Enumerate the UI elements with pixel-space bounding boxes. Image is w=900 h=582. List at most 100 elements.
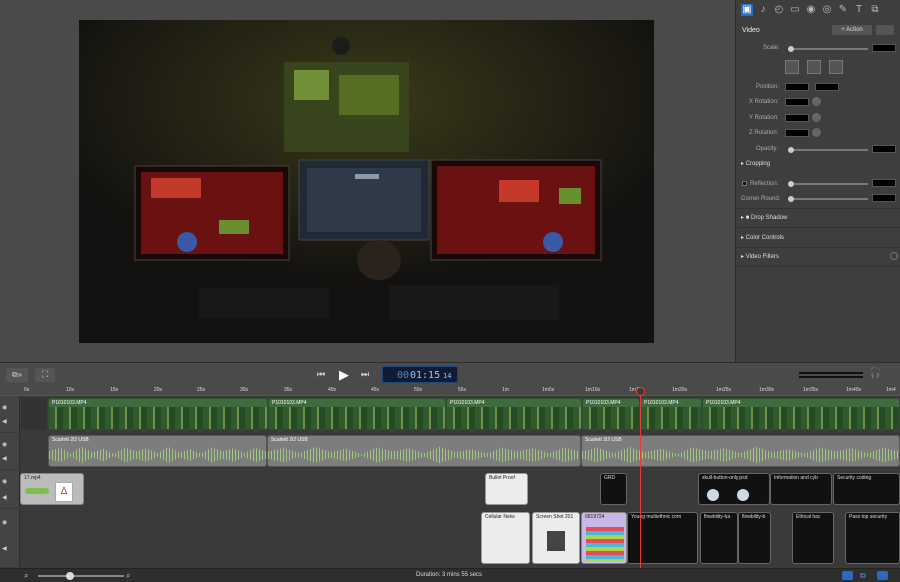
- waveform: [268, 446, 580, 464]
- speaker-icon[interactable]: ◀: [2, 455, 7, 462]
- inspector-panel: ▣ ♪ ◴ ▭ ◉ ◎ ✎ T ⧉ Video + Action Scale: …: [735, 0, 900, 362]
- zoom-slider-knob[interactable]: [66, 572, 74, 580]
- snap-icon[interactable]: [842, 571, 853, 580]
- z-rotation-dial[interactable]: [812, 128, 821, 137]
- media-clip[interactable]: Cellular Netw: [481, 512, 530, 564]
- audio-track: ◉ ◀ Scarlett 2i2 USB Scarlett 2i2 USB Sc…: [0, 433, 900, 469]
- reset-button[interactable]: [829, 60, 843, 74]
- eye-icon[interactable]: ◉: [2, 441, 7, 448]
- video-filters-row[interactable]: ▸ Video Filters: [741, 253, 779, 260]
- media-clip[interactable]: Ethical hac: [792, 512, 834, 564]
- speaker-icon[interactable]: ◀: [2, 418, 7, 425]
- track-gutter: ◉ ◀: [0, 470, 20, 508]
- add-filter-icon[interactable]: [890, 252, 898, 260]
- video-clip[interactable]: P1010103.MP4: [268, 398, 446, 430]
- video-tab-icon[interactable]: ▣: [741, 4, 753, 16]
- playhead-handle[interactable]: [636, 387, 645, 396]
- ripple-icon[interactable]: ⧉: [860, 571, 871, 580]
- x-rotation-dial[interactable]: [812, 97, 821, 106]
- media-clip[interactable]: GRD: [600, 473, 627, 505]
- position-x-field[interactable]: [785, 83, 809, 91]
- video-clip[interactable]: P1010103.MP4: [702, 398, 900, 430]
- fast-forward-icon[interactable]: ⏭: [361, 369, 369, 380]
- tools-menu-icon[interactable]: ⧉»: [6, 368, 28, 382]
- speaker-icon[interactable]: ◀: [2, 545, 7, 552]
- ruler-tick: 10s: [66, 387, 75, 393]
- audio-clip[interactable]: Scarlett 2i2 USB: [581, 435, 900, 467]
- annotation-icon[interactable]: ◎: [821, 4, 833, 16]
- cropping-disclosure[interactable]: ▸ Cropping: [741, 160, 770, 167]
- color-controls-row[interactable]: ▸ Color Controls: [741, 234, 784, 241]
- track-gutter: ◉ ◀: [0, 433, 20, 469]
- y-rotation-field[interactable]: [785, 114, 809, 122]
- zoom-out-icon[interactable]: ⌕: [24, 571, 28, 581]
- headphones-icon[interactable]: 🎧: [869, 368, 881, 379]
- media-clip[interactable]: 17.mp4 Δ: [20, 473, 84, 505]
- reflection-checkbox[interactable]: [742, 181, 747, 186]
- media-clip[interactable]: Screen Shot 201: [532, 512, 580, 564]
- rewind-icon[interactable]: ⏮: [317, 369, 325, 380]
- screen-icon[interactable]: ▭: [789, 4, 801, 16]
- eye-icon[interactable]: ◉: [2, 519, 7, 526]
- timecode-display[interactable]: 00 01:15 14: [382, 366, 458, 383]
- overlay-icon[interactable]: [877, 571, 888, 580]
- video-clip[interactable]: P1010103.MP4: [446, 398, 582, 430]
- audio-clip[interactable]: Scarlett 2i2 USB: [267, 435, 581, 467]
- x-rotation-field[interactable]: [785, 98, 809, 106]
- corner-slider[interactable]: [788, 196, 868, 202]
- fit-button[interactable]: [785, 60, 799, 74]
- media-clip[interactable]: skull-button-only.psd: [698, 473, 770, 505]
- speaker-icon[interactable]: ◀: [2, 494, 7, 501]
- media-clip[interactable]: Security coding: [833, 473, 900, 505]
- opacity-field[interactable]: [872, 145, 896, 153]
- timeline-ruler[interactable]: 0s 10s 15s 20s 25s 30s 35s 40s 45s 50s 5…: [0, 387, 900, 396]
- zoom-in-icon[interactable]: ⌕: [126, 571, 130, 581]
- video-preview[interactable]: [79, 20, 654, 343]
- video-clip[interactable]: P1010103.MP4: [640, 398, 702, 430]
- position-y-field[interactable]: [815, 83, 839, 91]
- media-clip[interactable]: Bullet Proof: [485, 473, 528, 505]
- reflection-slider[interactable]: [788, 181, 868, 187]
- video-clip[interactable]: P1010103.MP4: [48, 398, 268, 430]
- filter-icon[interactable]: ⧉: [869, 4, 881, 16]
- media-clip[interactable]: flowbility-ba: [700, 512, 738, 564]
- reflection-field[interactable]: [872, 179, 896, 187]
- drop-shadow-row[interactable]: ▸ ■ Drop Shadow: [741, 214, 787, 221]
- ruler-tick: 55s: [458, 387, 467, 393]
- playhead[interactable]: [636, 387, 645, 568]
- opacity-slider[interactable]: [788, 147, 868, 153]
- text-icon[interactable]: T: [853, 4, 865, 16]
- eye-icon[interactable]: ◉: [2, 478, 7, 485]
- media-clip[interactable]: Pass top security: [845, 512, 900, 564]
- corner-field[interactable]: [872, 194, 896, 202]
- audio-clip[interactable]: Scarlett 2i2 USB: [48, 435, 267, 467]
- scale-slider[interactable]: [788, 46, 868, 52]
- media-track: ◉ ◀ Cellular Netw Screen Shot 201 681972…: [0, 509, 900, 567]
- speed-icon[interactable]: ◴: [773, 4, 785, 16]
- media-clip[interactable]: Information and cyb: [770, 473, 832, 505]
- video-clip[interactable]: P1010103.MP4: [582, 398, 640, 430]
- scale-field[interactable]: [872, 44, 896, 52]
- skull-icon: [707, 489, 719, 501]
- media-clip[interactable]: flowbility-b: [738, 512, 771, 564]
- action-button[interactable]: + Action: [832, 25, 872, 35]
- cursor-icon[interactable]: ◉: [805, 4, 817, 16]
- timecode-main: 01:15: [410, 370, 441, 381]
- fill-button[interactable]: [807, 60, 821, 74]
- ruler-tick: 25s: [197, 387, 206, 393]
- z-rotation-field[interactable]: [785, 129, 809, 137]
- media-clip[interactable]: Young multiethnic com: [627, 512, 698, 564]
- pen-icon[interactable]: ✎: [837, 4, 849, 16]
- divider: [737, 208, 900, 209]
- reflection-label: Reflection:: [750, 181, 779, 187]
- media-clip[interactable]: 6819724: [581, 512, 627, 564]
- ruler-tick: 35s: [284, 387, 293, 393]
- eye-icon[interactable]: ◉: [2, 404, 7, 411]
- scale-label: Scale:: [763, 45, 780, 51]
- play-icon[interactable]: ▶: [339, 367, 349, 383]
- crop-icon[interactable]: ⛶: [35, 368, 55, 382]
- camera-button[interactable]: [876, 25, 894, 35]
- audio-tab-icon[interactable]: ♪: [757, 4, 769, 16]
- y-rotation-dial[interactable]: [812, 113, 821, 122]
- zoom-slider[interactable]: [38, 572, 124, 580]
